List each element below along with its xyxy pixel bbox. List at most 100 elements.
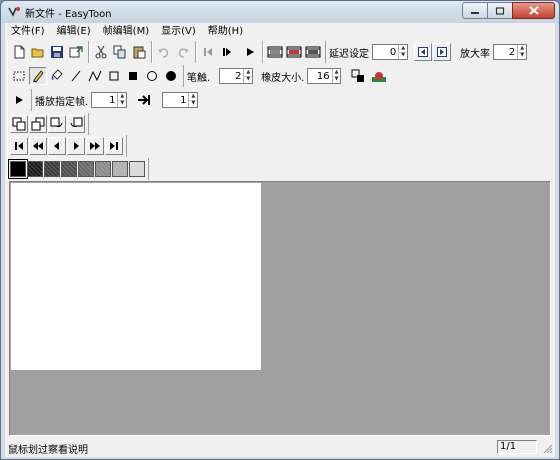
pen-size-label: 笔触. — [187, 72, 211, 84]
drawing-canvas[interactable] — [11, 183, 261, 370]
next-frame-icon — [223, 48, 231, 56]
tools-group — [7, 65, 184, 87]
frame-to-spinner[interactable]: 1 ▲ ▼ — [162, 92, 199, 108]
pen-size-spinner[interactable]: 2 ▲ ▼ — [219, 68, 254, 84]
pencil-icon — [33, 70, 44, 83]
palette-swatch[interactable] — [44, 161, 60, 177]
pen-spin-arrows[interactable]: ▲ ▼ — [243, 69, 253, 84]
client-area: 文件(F) 编辑(E) 帧编辑(M) 显示(V) 帮助(H) 延迟设定 0 ▲ … — [5, 23, 555, 457]
fill-tool-button[interactable] — [48, 67, 66, 85]
palette-swatch[interactable] — [61, 161, 77, 177]
palette-swatch[interactable] — [27, 161, 43, 177]
step-forward-button[interactable] — [67, 137, 85, 155]
play-button[interactable] — [241, 43, 259, 61]
spin-down-icon[interactable]: ▼ — [333, 77, 341, 84]
new-file-icon — [14, 45, 25, 59]
delete-frame-button[interactable] — [67, 115, 85, 133]
palette-swatch[interactable] — [112, 161, 128, 177]
window-controls — [462, 2, 555, 19]
copy-frame-button[interactable] — [48, 115, 66, 133]
eraser-spin-arrows[interactable]: ▲ ▼ — [331, 69, 341, 84]
to-spin-arrows[interactable]: ▲ ▼ — [188, 93, 198, 108]
film-group — [263, 41, 326, 63]
frame-ops-toolbar — [5, 113, 89, 135]
eraser-size-label: 橡皮大小. — [261, 72, 305, 84]
save-button[interactable] — [48, 43, 66, 61]
play-range-button[interactable] — [10, 91, 28, 109]
prev-frame-button[interactable] — [199, 43, 217, 61]
zoom-spin-arrows[interactable]: ▲ ▼ — [517, 45, 526, 59]
delay-spin-arrows[interactable]: ▲ ▼ — [398, 45, 407, 59]
zoom-value: 2 — [508, 46, 516, 58]
minimize-button[interactable] — [462, 2, 488, 19]
maximize-button[interactable] — [487, 2, 513, 19]
frame-from-value: 1 — [109, 94, 116, 106]
spin-down-icon[interactable]: ▼ — [399, 53, 407, 60]
next-frame-button[interactable] — [218, 43, 236, 61]
open-folder-icon — [31, 48, 44, 58]
palette-swatch[interactable] — [129, 161, 145, 177]
swap-color-button[interactable] — [349, 67, 367, 85]
first-frame-button[interactable] — [10, 137, 28, 155]
spin-down-icon[interactable]: ▼ — [118, 101, 126, 108]
fast-forward-icon — [90, 142, 100, 150]
film-strip-button-1[interactable] — [266, 43, 284, 61]
spin-down-icon[interactable]: ▼ — [518, 53, 526, 60]
film-strip-button-2[interactable] — [285, 43, 303, 61]
menu-file[interactable]: 文件(F) — [5, 23, 51, 41]
delay-spinner[interactable]: 0 ▲ ▼ — [372, 44, 408, 60]
palette-swatch[interactable] — [8, 159, 28, 179]
copy-button[interactable] — [111, 43, 129, 61]
title-bar[interactable]: 新文件 - EasyToon — [1, 1, 559, 23]
palette-swatch[interactable] — [95, 161, 111, 177]
cut-button[interactable] — [92, 43, 110, 61]
marquee-select-icon — [13, 71, 25, 81]
filled-rect-tool-button[interactable] — [124, 67, 142, 85]
close-button[interactable] — [512, 2, 555, 19]
zoom-in-button[interactable] — [433, 43, 451, 61]
play-icon — [16, 96, 23, 104]
frame-from-spinner[interactable]: 1 ▲ ▼ — [91, 92, 128, 108]
last-frame-button[interactable] — [105, 137, 123, 155]
paste-icon — [133, 46, 146, 59]
zoom-out-button[interactable] — [414, 43, 432, 61]
resize-grip-icon[interactable] — [541, 442, 553, 454]
line-tool-button[interactable] — [67, 67, 85, 85]
frame-seek-group — [7, 135, 127, 157]
pencil-tool-button[interactable] — [29, 67, 47, 85]
fast-forward-button[interactable] — [86, 137, 104, 155]
select-tool-button[interactable] — [10, 67, 28, 85]
menu-view[interactable]: 显示(V) — [155, 23, 202, 41]
export-button[interactable] — [67, 43, 85, 61]
menu-frame-edit[interactable]: 帧编辑(M) — [97, 23, 155, 41]
spin-down-icon[interactable]: ▼ — [189, 101, 197, 108]
paste-button[interactable] — [130, 43, 148, 61]
redo-button[interactable] — [174, 43, 192, 61]
frame-counter: 1/1 — [497, 440, 537, 454]
zoom-spinner[interactable]: 2 ▲ ▼ — [493, 44, 527, 60]
polyline-tool-button[interactable] — [86, 67, 104, 85]
insert-frame-before-button[interactable] — [10, 115, 28, 133]
spin-down-icon[interactable]: ▼ — [244, 77, 252, 84]
frame-to-value: 1 — [180, 94, 187, 106]
color-palette-icon — [372, 72, 387, 82]
rewind-button[interactable] — [29, 137, 47, 155]
from-spin-arrows[interactable]: ▲ ▼ — [117, 93, 127, 108]
palette-swatch[interactable] — [78, 161, 94, 177]
file-group — [7, 41, 89, 63]
new-file-button[interactable] — [10, 43, 28, 61]
menu-edit[interactable]: 编辑(E) — [51, 23, 97, 41]
status-message: 鼠标划过察看说明 — [8, 445, 88, 456]
rect-tool-button[interactable] — [105, 67, 123, 85]
open-file-button[interactable] — [29, 43, 47, 61]
eraser-size-spinner[interactable]: 16 ▲ ▼ — [307, 68, 342, 84]
menu-help[interactable]: 帮助(H) — [202, 23, 249, 41]
step-back-button[interactable] — [48, 137, 66, 155]
goto-range-button[interactable] — [135, 91, 153, 109]
undo-button[interactable] — [155, 43, 173, 61]
color-picker-button[interactable] — [370, 67, 388, 85]
ellipse-tool-button[interactable] — [143, 67, 161, 85]
film-strip-button-3[interactable] — [304, 43, 322, 61]
insert-frame-after-button[interactable] — [29, 115, 47, 133]
filled-ellipse-tool-button[interactable] — [162, 67, 180, 85]
